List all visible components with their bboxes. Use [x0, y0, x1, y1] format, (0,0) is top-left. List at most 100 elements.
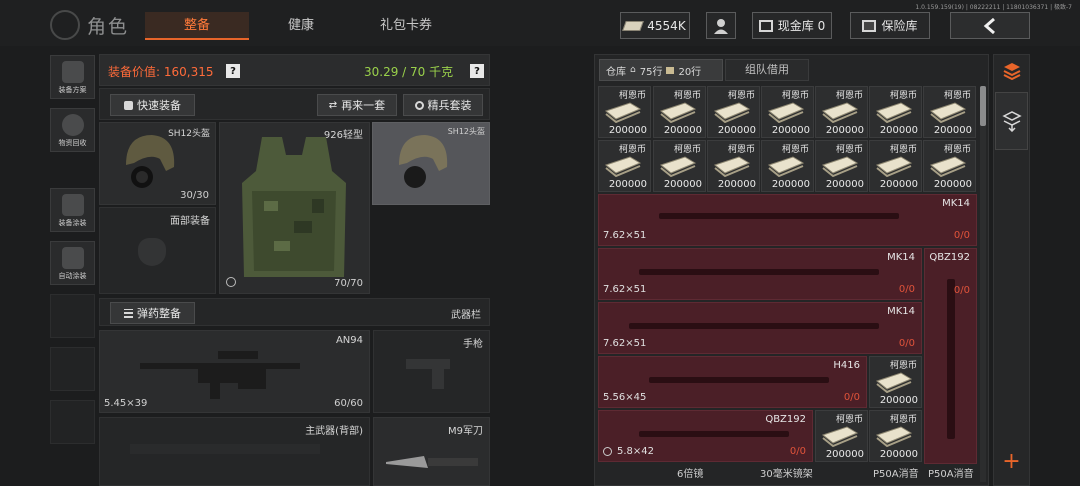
- pistol-icon: [406, 359, 450, 389]
- tab-health[interactable]: 健康: [258, 12, 344, 40]
- sidebar-item-auto-paint[interactable]: 自动涂装: [50, 241, 95, 285]
- armor-slot[interactable]: 926轻型 70/70: [219, 122, 370, 294]
- cash-quantity: 200000: [717, 125, 756, 136]
- scrollbar-thumb[interactable]: [980, 86, 986, 126]
- cash-name: 柯恩币: [727, 91, 755, 101]
- tab-team-borrow[interactable]: 组队借用: [725, 59, 809, 81]
- storage-weapon-mk14[interactable]: MK14 7.62×51 0/0: [598, 248, 922, 300]
- weapon-ammo-count: 0/0: [953, 230, 970, 241]
- ammo-equip-button[interactable]: 弹药整备: [110, 302, 195, 324]
- pistol-slot[interactable]: 手枪: [373, 330, 490, 413]
- storage-cash-cell[interactable]: 柯恩币 200000: [598, 86, 651, 138]
- sidebar-empty-slot: [50, 400, 95, 444]
- melee-slot[interactable]: M9军刀: [373, 417, 490, 486]
- value-help-icon[interactable]: ?: [226, 64, 240, 78]
- add-page-icon[interactable]: +: [995, 448, 1028, 474]
- safe-icon: [862, 19, 877, 32]
- tab-loadout[interactable]: 整备: [145, 12, 249, 40]
- back-weapon-label: 主武器(背部): [305, 426, 363, 437]
- sort-button[interactable]: [995, 56, 1028, 86]
- storage-page-button[interactable]: [995, 92, 1028, 150]
- storage-cash-cell[interactable]: 柯恩币 200000: [707, 140, 760, 192]
- equipment-value: 装备价值: 160,315: [108, 65, 214, 79]
- sidebar-item-skin[interactable]: 装备涂装: [50, 188, 95, 232]
- sidebar-empty-slot: [50, 294, 95, 338]
- badge-icon: [414, 100, 424, 110]
- sidebar-item-recycle[interactable]: 物资回收: [50, 108, 95, 152]
- quick-equip-label: 快速装备: [137, 99, 181, 112]
- cash-name: 柯恩币: [889, 145, 917, 155]
- backpack-slot[interactable]: SH12头盔: [372, 122, 490, 205]
- primary-ammo-count: 60/60: [334, 398, 363, 409]
- cash-quantity: 200000: [825, 179, 864, 190]
- storage-cash-cell[interactable]: 柯恩币 200000: [761, 140, 814, 192]
- cash-stack-icon: [604, 156, 642, 177]
- storage-cash-cell[interactable]: 柯恩币 200000: [869, 410, 922, 462]
- mask-icon: [138, 238, 166, 266]
- storage-weapon-h416[interactable]: H416 5.56×45 0/0: [598, 356, 867, 408]
- storage-weapon-mk14[interactable]: MK14 7.62×51 0/0: [598, 302, 922, 354]
- cash-name: 柯恩币: [889, 415, 917, 425]
- layers-download-icon: [1001, 111, 1022, 132]
- tab-gift-cards[interactable]: 礼包卡券: [354, 12, 458, 40]
- weapon-name: MK14: [887, 252, 915, 263]
- storage-cash-cell[interactable]: 柯恩币 200000: [653, 86, 706, 138]
- storage-cash-cell[interactable]: 柯恩币 200000: [653, 140, 706, 192]
- cash-quantity: 200000: [608, 179, 647, 190]
- cash-stack-icon: [821, 426, 859, 447]
- face-slot[interactable]: 面部装备: [99, 207, 216, 294]
- safe-button[interactable]: 保险库: [850, 12, 930, 39]
- knife-icon: [386, 456, 478, 468]
- cash-name: 柯恩币: [673, 91, 701, 101]
- storage-cash-cell[interactable]: 柯恩币 200000: [869, 86, 922, 138]
- cash-name: 柯恩币: [673, 145, 701, 155]
- cash-name: 柯恩币: [889, 91, 917, 101]
- primary-weapon-name: AN94: [335, 335, 363, 346]
- cash-tag-icon: [666, 66, 675, 74]
- storage-cash-cell[interactable]: 柯恩币 200000: [815, 86, 868, 138]
- storage-cash-cell[interactable]: 柯恩币 200000: [869, 356, 922, 408]
- storage-cash-cell[interactable]: 柯恩币 200000: [923, 140, 976, 192]
- weight-help-icon[interactable]: ?: [470, 64, 484, 78]
- pistol-slot-label: 手枪: [463, 339, 483, 350]
- loadout-summary: 装备价值: 160,315 ? 30.29 / 70 千克 ?: [99, 54, 490, 86]
- storage-cash-cell[interactable]: 柯恩币 200000: [761, 86, 814, 138]
- storage-weapon-mk14[interactable]: MK14 7.62×51 0/0: [598, 194, 977, 246]
- cash-vault-label: 现金库 0: [777, 19, 826, 33]
- storage-cash-cell[interactable]: 柯恩币 200000: [869, 140, 922, 192]
- again-set-label: 再来一套: [341, 99, 386, 112]
- storage-scrollbar[interactable]: [980, 86, 986, 482]
- storage-weapon-qbz192[interactable]: QBZ192 0/0: [924, 248, 977, 464]
- storage-cash-cell[interactable]: 柯恩币 200000: [923, 86, 976, 138]
- armor-durability: 70/70: [334, 278, 363, 289]
- item-label-p50a-suppressor: P50A消音: [928, 469, 974, 480]
- cash-quantity: 200000: [771, 179, 810, 190]
- quick-equip-button[interactable]: 快速装备: [110, 94, 195, 116]
- storage-weapon-qbz192[interactable]: QBZ192 5.8×42 0/0: [598, 410, 813, 462]
- cash-vault-button[interactable]: 现金库 0: [752, 12, 832, 39]
- currency-display[interactable]: 4554K: [620, 12, 690, 39]
- storage-cash-cell[interactable]: 柯恩币 200000: [707, 86, 760, 138]
- chevron-left-icon: [983, 17, 995, 34]
- primary-weapon-slot[interactable]: AN94 5.45×39 60/60: [99, 330, 370, 413]
- storage-cash-cell[interactable]: 柯恩币 200000: [815, 410, 868, 462]
- weight-value: 30.29 / 70 千克: [364, 65, 454, 79]
- rifle-icon: [140, 351, 300, 399]
- recycle-icon: [61, 114, 84, 136]
- back-weapon-slot[interactable]: 主武器(背部): [99, 417, 370, 486]
- again-set-button[interactable]: ⇄ 再来一套: [317, 94, 397, 116]
- sidebar-item-label: 装备方案: [58, 86, 87, 94]
- cash-name: 柯恩币: [889, 361, 917, 371]
- weapon-ammo-count: 0/0: [898, 284, 915, 295]
- helmet-slot[interactable]: SH12头盔 30/30: [99, 122, 216, 205]
- elite-set-button[interactable]: 精兵套装: [403, 94, 483, 116]
- cash-stack-icon: [875, 102, 913, 123]
- character-button[interactable]: [706, 12, 736, 39]
- cash-stack-icon: [875, 156, 913, 177]
- sidebar-item-loadout-plan[interactable]: 装备方案: [50, 55, 95, 99]
- storage-cash-cell[interactable]: 柯恩币 200000: [598, 140, 651, 192]
- storage-cash-cell[interactable]: 柯恩币 200000: [815, 140, 868, 192]
- tab-warehouse[interactable]: 仓库 ⌂ 75行 20行: [599, 59, 723, 81]
- back-button[interactable]: [950, 12, 1030, 39]
- cash-stack-icon: [659, 102, 697, 123]
